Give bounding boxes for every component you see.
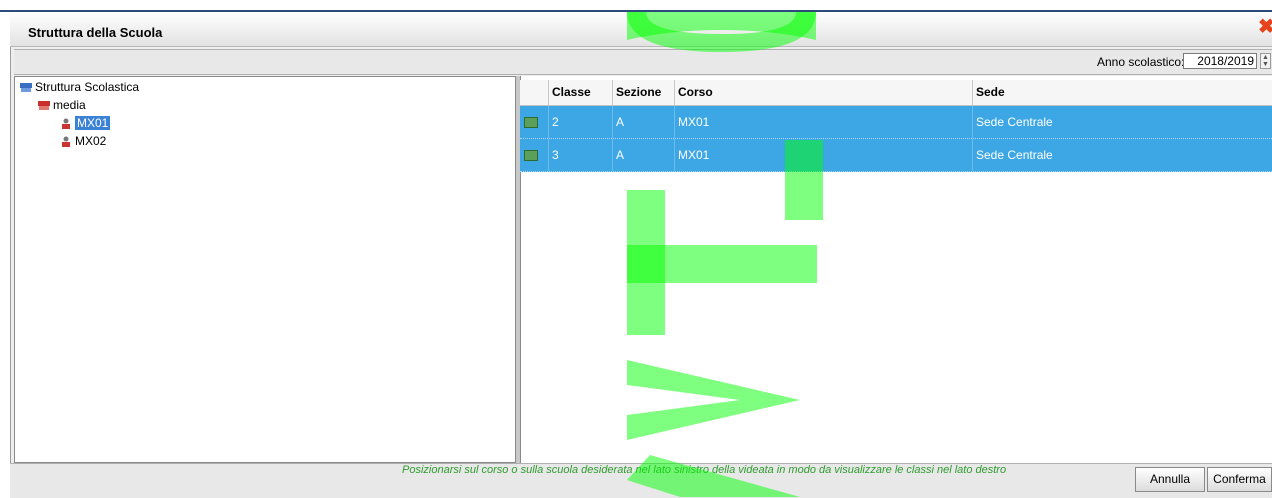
toolbar [14, 49, 1272, 75]
tree-node-course-mx01[interactable]: MX01 [60, 116, 111, 131]
title-bar[interactable] [10, 12, 1272, 47]
course-icon [60, 118, 72, 130]
class-icon [524, 150, 538, 161]
dialog-title: Struttura della Scuola [28, 25, 163, 40]
cancel-button[interactable]: Annulla [1135, 467, 1205, 492]
spin-down-icon[interactable]: ▼ [1261, 61, 1270, 68]
school-year-input[interactable] [1183, 53, 1257, 69]
column-header-corso[interactable]: Corso [674, 80, 972, 105]
cell-sezione: A [612, 106, 674, 138]
cell-sede: Sede Centrale [972, 139, 1272, 171]
tree-node-label: MX01 [75, 116, 111, 130]
school-icon [38, 100, 50, 111]
school-year-spinner[interactable]: ▲ ▼ [1260, 53, 1271, 69]
cell-corso: MX01 [674, 139, 972, 171]
course-icon [60, 136, 72, 148]
cell-classe: 3 [548, 139, 612, 171]
cell-sezione: A [612, 139, 674, 171]
tree-node-school[interactable]: media [38, 98, 86, 113]
column-header-classe[interactable]: Classe [548, 80, 612, 105]
school-structure-icon [20, 82, 32, 93]
confirm-button[interactable]: Conferma [1207, 467, 1272, 492]
tree-node-label: media [53, 98, 86, 112]
school-year-label: Anno scolastico: [1097, 55, 1185, 69]
column-header-sede[interactable]: Sede [972, 80, 1272, 105]
cell-classe: 2 [548, 106, 612, 138]
tree-node-course-mx02[interactable]: MX02 [60, 134, 106, 149]
instruction-hint: Posizionarsi sul corso o sulla scuola de… [402, 464, 1007, 476]
spin-up-icon[interactable]: ▲ [1261, 54, 1270, 61]
class-icon [524, 117, 538, 128]
cell-sede: Sede Centrale [972, 106, 1272, 138]
tree-node-root[interactable]: Struttura Scolastica [20, 80, 139, 95]
tree-node-label: MX02 [75, 134, 107, 148]
column-header-sezione[interactable]: Sezione [612, 80, 674, 105]
cell-corso: MX01 [674, 106, 972, 138]
close-icon[interactable]: ✖ [1258, 17, 1272, 37]
tree-node-label: Struttura Scolastica [35, 80, 140, 94]
